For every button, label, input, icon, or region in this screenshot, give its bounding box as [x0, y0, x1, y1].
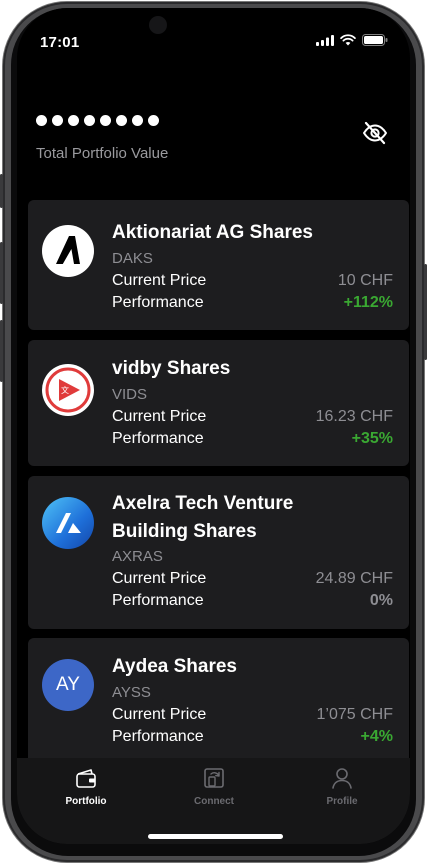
- current-price-value: 1’075 CHF: [316, 706, 393, 723]
- person-icon: [332, 768, 352, 789]
- current-price-value: 16.23 CHF: [315, 408, 393, 425]
- wifi-icon: [340, 34, 356, 46]
- mute-switch: [0, 174, 3, 208]
- performance-label: Performance: [112, 430, 204, 447]
- performance-label: Performance: [112, 294, 204, 311]
- holding-name-line2: Building Shares: [112, 521, 257, 542]
- cellular-signal-icon: [316, 34, 334, 46]
- status-icons: [316, 34, 388, 46]
- holding-name: Aktionariat AG Shares: [112, 222, 313, 243]
- aydea-logo-icon: AY: [42, 659, 94, 711]
- performance-value: +4%: [360, 728, 393, 745]
- current-price-value: 10 CHF: [337, 272, 393, 289]
- axelra-logo-icon: [42, 497, 94, 549]
- performance-value: +112%: [343, 294, 393, 311]
- holding-name-line1: Axelra Tech Venture: [112, 493, 294, 514]
- tab-connect[interactable]: Connect: [169, 766, 259, 807]
- performance-value: +35%: [351, 430, 393, 447]
- holding-ticker: DAKS: [112, 250, 153, 267]
- tab-connect-label: Connect: [194, 796, 234, 807]
- current-price-label: Current Price: [112, 570, 207, 587]
- status-time: 17:01: [40, 34, 80, 51]
- performance-value: 0%: [369, 592, 393, 609]
- tab-profile-label: Profile: [326, 796, 358, 807]
- current-price-label: Current Price: [112, 272, 207, 289]
- eye-off-icon: [363, 121, 387, 145]
- holding-card-vids[interactable]: 文 vidby Shares VIDS Current Price 16.23 …: [28, 340, 409, 466]
- toggle-visibility-button[interactable]: [362, 121, 388, 145]
- tab-bar: Portfolio Connect Profile: [17, 758, 410, 844]
- svg-text:文: 文: [61, 385, 69, 395]
- performance-label: Performance: [112, 728, 204, 745]
- letter-a-logo-icon: [56, 236, 80, 264]
- tab-portfolio-label: Portfolio: [65, 796, 107, 807]
- front-camera: [149, 16, 167, 34]
- play-translate-logo-icon: 文: [45, 367, 91, 413]
- volume-up-button: [0, 242, 3, 304]
- axelra-mark-icon: [56, 513, 81, 533]
- power-button: [424, 264, 427, 360]
- holding-name: vidby Shares: [112, 358, 231, 379]
- home-indicator[interactable]: [148, 834, 283, 839]
- vidby-logo-icon: 文: [42, 364, 94, 416]
- holding-card-axras[interactable]: Axelra Tech Venture Building Shares AXRA…: [28, 476, 409, 629]
- connect-icon: [204, 768, 224, 788]
- aktionariat-logo-icon: [42, 225, 94, 277]
- volume-down-button: [0, 320, 3, 382]
- holding-card-ayss[interactable]: AY Aydea Shares AYSS Current Price 1’075…: [28, 638, 409, 768]
- total-portfolio-value-label: Total Portfolio Value: [36, 145, 169, 162]
- current-price-label: Current Price: [112, 408, 207, 425]
- hidden-portfolio-value: [36, 115, 159, 126]
- holding-ticker: AYSS: [112, 684, 151, 701]
- holding-ticker: VIDS: [112, 386, 148, 403]
- holding-ticker: AXRAS: [112, 548, 163, 565]
- aydea-logo-text: AY: [56, 674, 80, 695]
- current-price-value: 24.89 CHF: [315, 570, 393, 587]
- current-price-label: Current Price: [112, 706, 207, 723]
- battery-icon: [362, 34, 388, 46]
- holding-name: Aydea Shares: [112, 656, 237, 677]
- tab-portfolio[interactable]: Portfolio: [41, 766, 131, 807]
- tab-profile[interactable]: Profile: [297, 766, 387, 807]
- app-screen: 17:01 Total Portfolio Value Aktionariat …: [17, 8, 410, 844]
- wallet-icon: [76, 769, 96, 788]
- performance-label: Performance: [112, 592, 204, 609]
- holding-card-daks[interactable]: Aktionariat AG Shares DAKS Current Price…: [28, 200, 409, 330]
